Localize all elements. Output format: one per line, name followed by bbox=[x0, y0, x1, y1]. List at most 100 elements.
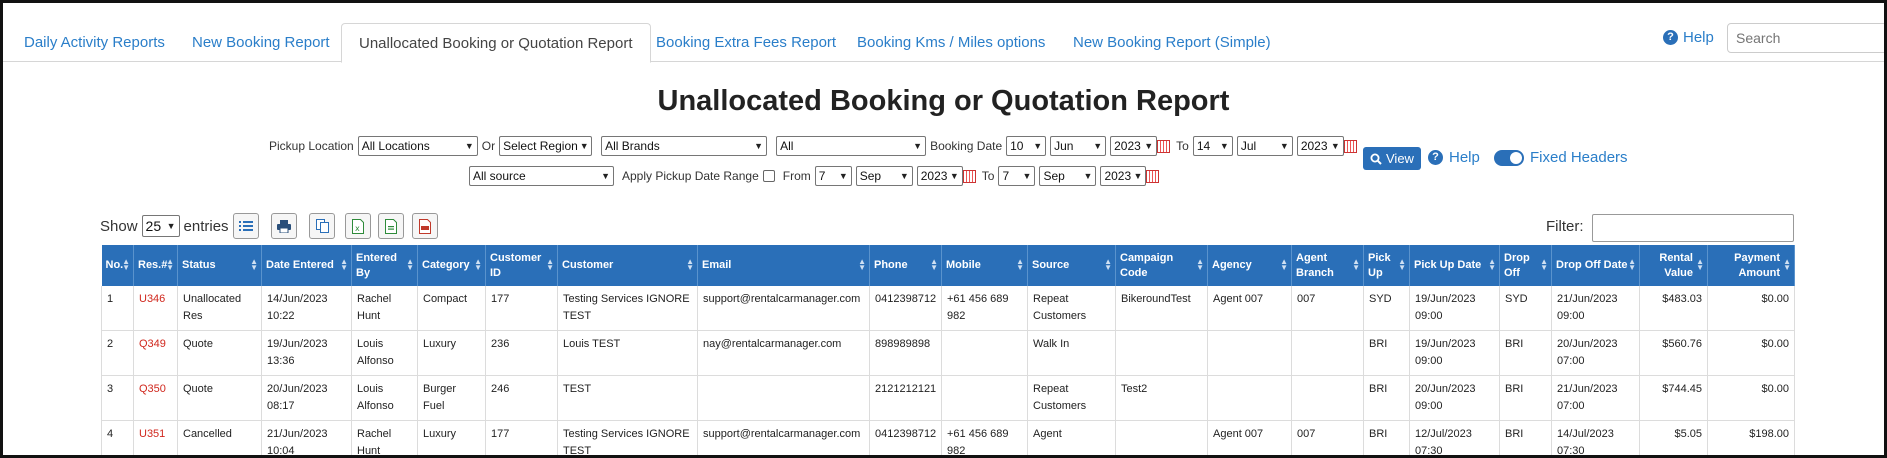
tab-new-booking-report[interactable]: New Booking Report bbox=[175, 23, 347, 62]
column-header[interactable]: Rental Value ▲ ▼ bbox=[1639, 245, 1708, 286]
column-header[interactable]: Res.# ▲ ▼ bbox=[133, 245, 178, 286]
pdf-button[interactable] bbox=[412, 213, 438, 239]
apply-pickup-date-range-checkbox[interactable] bbox=[762, 170, 775, 182]
view-button[interactable]: View bbox=[1363, 147, 1421, 170]
search-input[interactable] bbox=[1727, 23, 1884, 53]
all-select[interactable]: All ▼ bbox=[776, 136, 927, 156]
sort-icon[interactable]: ▲ ▼ bbox=[122, 258, 130, 272]
table-row[interactable]: 4 U351 Cancelled 21/Jun/2023 10:04 Rachel Hu… bbox=[101, 420, 1795, 455]
copy-button[interactable] bbox=[309, 213, 335, 239]
pickup-to-month-select[interactable]: Sep ▼ bbox=[1039, 166, 1097, 186]
table-cell: $5.05 bbox=[1639, 420, 1708, 455]
tab-booking-kms-miles-options[interactable]: Booking Kms / Miles options bbox=[840, 23, 1062, 62]
column-header[interactable]: Source ▲ ▼ bbox=[1027, 245, 1116, 286]
sort-icon[interactable]: ▲ ▼ bbox=[1016, 258, 1024, 272]
sort-icon[interactable]: ▲ ▼ bbox=[1352, 258, 1360, 272]
entries-select[interactable]: 25 ▼ bbox=[141, 215, 180, 237]
reservation-link[interactable]: U346 bbox=[133, 286, 178, 331]
column-header[interactable]: Entered By ▲ ▼ bbox=[351, 245, 418, 286]
filters-help-link[interactable]: ? Help bbox=[1428, 149, 1480, 166]
sort-icon[interactable]: ▲ ▼ bbox=[858, 258, 866, 272]
fixed-headers-toggle[interactable]: Fixed Headers bbox=[1494, 149, 1628, 166]
pickup-from-year-select[interactable]: 2023 ▼ bbox=[916, 166, 963, 186]
calendar-icon[interactable] bbox=[1157, 139, 1171, 153]
column-header[interactable]: Drop Off Date ▲ ▼ bbox=[1551, 245, 1640, 286]
table-cell: 19/Jun/2023 09:00 bbox=[1409, 330, 1500, 376]
calendar-icon[interactable] bbox=[1343, 139, 1357, 153]
toggle-switch-icon[interactable] bbox=[1494, 149, 1524, 166]
column-header[interactable]: Customer ID ▲ ▼ bbox=[485, 245, 558, 286]
table-row[interactable]: 3 Q350 Quote 20/Jun/2023 08:17 Louis Alfonso… bbox=[101, 375, 1795, 421]
column-header[interactable]: Payment Amount ▲ ▼ bbox=[1707, 245, 1795, 286]
column-header[interactable]: Campaign Code ▲ ▼ bbox=[1115, 245, 1208, 286]
pickup-to-year-select[interactable]: 2023 ▼ bbox=[1100, 166, 1147, 186]
tab-daily-activity-reports[interactable]: Daily Activity Reports bbox=[7, 23, 182, 62]
table-cell: SYD bbox=[1363, 286, 1410, 331]
csv-button[interactable] bbox=[378, 213, 404, 239]
tab-new-booking-report-simple[interactable]: New Booking Report (Simple) bbox=[1056, 23, 1288, 62]
sort-icon[interactable]: ▲ ▼ bbox=[1196, 258, 1204, 272]
chevron-down-icon: ▼ bbox=[1330, 141, 1340, 151]
excel-button[interactable]: x bbox=[345, 213, 371, 239]
tab-booking-extra-fees-report[interactable]: Booking Extra Fees Report bbox=[639, 23, 853, 62]
sort-icon[interactable]: ▲ ▼ bbox=[474, 258, 482, 272]
calendar-icon[interactable] bbox=[962, 169, 976, 183]
reservation-link[interactable]: Q349 bbox=[133, 330, 178, 376]
pickup-from-month-select[interactable]: Sep ▼ bbox=[855, 166, 913, 186]
sort-icon[interactable]: ▲ ▼ bbox=[1628, 258, 1636, 272]
sort-icon[interactable]: ▲ ▼ bbox=[340, 258, 348, 272]
booking-to-day-select[interactable]: 14 ▼ bbox=[1192, 136, 1233, 156]
source-select[interactable]: All source ▼ bbox=[469, 166, 614, 186]
sort-icon[interactable]: ▲ ▼ bbox=[1398, 258, 1406, 272]
column-header[interactable]: Status ▲ ▼ bbox=[177, 245, 262, 286]
filter-input[interactable] bbox=[1592, 214, 1794, 242]
sort-icon[interactable]: ▲ ▼ bbox=[1696, 258, 1704, 272]
column-header[interactable]: Category ▲ ▼ bbox=[417, 245, 486, 286]
sort-icon[interactable]: ▲ ▼ bbox=[686, 258, 694, 272]
column-header[interactable]: Phone ▲ ▼ bbox=[869, 245, 942, 286]
column-header[interactable]: Mobile ▲ ▼ bbox=[941, 245, 1028, 286]
column-header[interactable]: Agency ▲ ▼ bbox=[1207, 245, 1292, 286]
column-header[interactable]: No. ▲ ▼ bbox=[101, 245, 134, 286]
column-header[interactable]: Pick Up Date ▲ ▼ bbox=[1409, 245, 1500, 286]
sort-icon[interactable]: ▲ ▼ bbox=[1540, 258, 1548, 272]
pickup-location-select[interactable]: All Locations ▼ bbox=[357, 136, 478, 156]
column-visibility-button[interactable] bbox=[233, 213, 259, 239]
sort-icon[interactable]: ▲ ▼ bbox=[1783, 258, 1791, 272]
booking-to-month-select[interactable]: Jul ▼ bbox=[1236, 136, 1293, 156]
booking-from-day-select[interactable]: 10 ▼ bbox=[1006, 136, 1047, 156]
sort-icon[interactable]: ▲ ▼ bbox=[930, 258, 938, 272]
column-header[interactable]: Pick Up ▲ ▼ bbox=[1363, 245, 1410, 286]
table-row[interactable]: 1 U346 Unallocated Res 14/Jun/2023 10:22 Rac… bbox=[101, 286, 1795, 331]
sort-icon[interactable]: ▲ ▼ bbox=[1104, 258, 1112, 272]
sort-icon[interactable]: ▲ ▼ bbox=[166, 258, 174, 272]
column-header[interactable]: Agent Branch ▲ ▼ bbox=[1291, 245, 1364, 286]
table-cell: support@rentalcarmanager.com bbox=[697, 286, 870, 331]
pickup-to-day-select[interactable]: 7 ▼ bbox=[998, 166, 1036, 186]
csv-file-icon bbox=[385, 218, 397, 234]
column-header-label: Category bbox=[422, 259, 470, 271]
sort-icon[interactable]: ▲ ▼ bbox=[250, 258, 258, 272]
sort-icon[interactable]: ▲ ▼ bbox=[546, 258, 554, 272]
sort-icon[interactable]: ▲ ▼ bbox=[1488, 258, 1496, 272]
column-header[interactable]: Drop Off ▲ ▼ bbox=[1499, 245, 1552, 286]
brands-select[interactable]: All Brands ▼ bbox=[601, 136, 768, 156]
reservation-link[interactable]: Q350 bbox=[133, 375, 178, 421]
reservation-link[interactable]: U351 bbox=[133, 420, 178, 455]
booking-from-month-select[interactable]: Jun ▼ bbox=[1050, 136, 1107, 156]
sort-icon[interactable]: ▲ ▼ bbox=[406, 258, 414, 272]
help-link[interactable]: ? Help bbox=[1663, 29, 1714, 46]
region-select[interactable]: Select Region ▼ bbox=[499, 136, 593, 156]
pickup-from-day-select[interactable]: 7 ▼ bbox=[814, 166, 852, 186]
column-header[interactable]: Date Entered ▲ ▼ bbox=[261, 245, 352, 286]
booking-from-year-select[interactable]: 2023 ▼ bbox=[1110, 136, 1158, 156]
table-row[interactable]: 2 Q349 Quote 19/Jun/2023 13:36 Louis Alfonso… bbox=[101, 330, 1795, 376]
booking-to-label: To bbox=[1176, 139, 1189, 153]
column-header[interactable]: Email ▲ ▼ bbox=[697, 245, 870, 286]
calendar-icon[interactable] bbox=[1146, 169, 1160, 183]
column-header[interactable]: Customer ▲ ▼ bbox=[557, 245, 698, 286]
sort-icon[interactable]: ▲ ▼ bbox=[1280, 258, 1288, 272]
booking-to-year-select[interactable]: 2023 ▼ bbox=[1296, 136, 1344, 156]
print-button[interactable] bbox=[271, 213, 297, 239]
tab-unallocated-booking-report[interactable]: Unallocated Booking or Quotation Report bbox=[341, 23, 651, 63]
